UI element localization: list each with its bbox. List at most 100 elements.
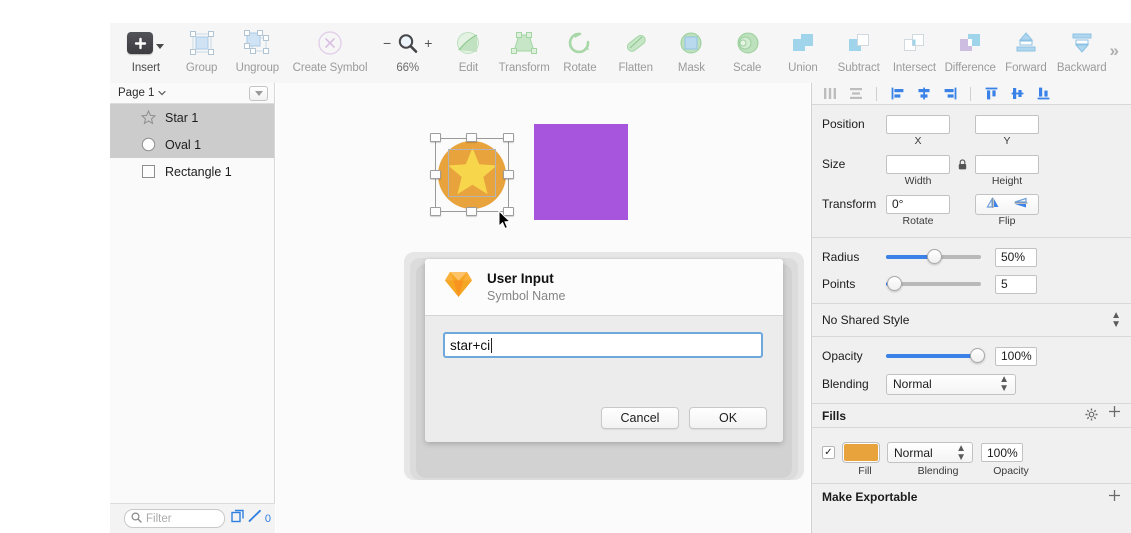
plus-square-icon xyxy=(127,28,164,58)
transform-label: Transform xyxy=(822,197,886,211)
duplicate-icon[interactable] xyxy=(231,509,245,528)
resize-handle-nw[interactable] xyxy=(430,133,441,142)
resize-handle-e[interactable] xyxy=(503,170,514,179)
layer-label: Star 1 xyxy=(165,111,198,125)
position-label: Position xyxy=(822,117,886,131)
layer-row-oval-1[interactable]: Oval 1 xyxy=(110,131,274,158)
toolbar-item-rotate[interactable]: Rotate xyxy=(552,23,608,79)
pencil-icon[interactable] xyxy=(248,509,262,528)
resize-handle-w[interactable] xyxy=(430,170,441,179)
points-row: Points 5 xyxy=(812,273,1131,295)
page-options-button[interactable] xyxy=(249,86,268,101)
fill-opacity-input[interactable]: 100% xyxy=(981,443,1023,462)
resize-handle-s[interactable] xyxy=(466,207,477,216)
resize-handle-sw[interactable] xyxy=(430,207,441,216)
zoom-in-button[interactable]: + xyxy=(424,35,432,51)
toolbar-overflow-button[interactable]: » xyxy=(1110,23,1131,61)
ok-button[interactable]: OK xyxy=(689,407,767,429)
radius-slider[interactable] xyxy=(886,255,981,259)
canvas-shape-rectangle[interactable] xyxy=(534,124,628,220)
align-middle-icon[interactable] xyxy=(1010,86,1025,101)
toolbar-label-transform: Transform xyxy=(499,62,550,74)
toolbar-item-ungroup[interactable]: Ungroup xyxy=(230,23,286,79)
toolbar-item-edit[interactable]: Edit xyxy=(441,23,497,79)
toolbar-label-subtract: Subtract xyxy=(838,62,880,74)
toolbar-item-create-symbol[interactable]: Create Symbol xyxy=(285,23,375,79)
gear-icon[interactable] xyxy=(1085,408,1098,424)
sketch-diamond-icon xyxy=(443,269,474,305)
fills-body: ✓ Normal ▲▼ 100% Fill Blending Opacity xyxy=(812,428,1131,484)
fill-blending-select[interactable]: Normal ▲▼ xyxy=(887,442,973,463)
toolbar-item-scale[interactable]: Scale xyxy=(719,23,775,79)
radius-row: Radius 50% xyxy=(812,246,1131,268)
toolbar-item-difference[interactable]: Difference xyxy=(942,23,998,79)
position-x-input[interactable] xyxy=(886,115,950,134)
radius-input[interactable]: 50% xyxy=(995,248,1037,267)
lock-icon[interactable] xyxy=(950,159,975,170)
dialog-title: User Input xyxy=(487,271,566,287)
position-sublabels: X Y xyxy=(812,135,1131,149)
create-symbol-icon xyxy=(317,28,343,58)
align-left-icon[interactable] xyxy=(890,86,905,101)
toolbar-item-intersect[interactable]: Intersect xyxy=(887,23,943,79)
size-width-input[interactable] xyxy=(886,155,950,174)
flip-horizontal-icon[interactable] xyxy=(986,197,1002,212)
toolbar-item-zoom[interactable]: − + 66% xyxy=(375,23,441,79)
zoom-out-button[interactable]: − xyxy=(383,35,391,51)
fill-enabled-checkbox[interactable]: ✓ xyxy=(822,446,835,459)
shared-style-select[interactable]: No Shared Style ▲▼ xyxy=(822,310,1121,330)
toolbar-item-mask[interactable]: Mask xyxy=(664,23,720,79)
layer-row-rectangle-1[interactable]: Rectangle 1 xyxy=(110,158,274,185)
page-selector[interactable]: Page 1 xyxy=(110,83,274,104)
align-bottom-icon[interactable] xyxy=(1036,86,1051,101)
toolbar-item-forward[interactable]: Forward xyxy=(998,23,1054,79)
cancel-button[interactable]: Cancel xyxy=(601,407,679,429)
symbol-name-input[interactable]: star+ci xyxy=(443,332,763,358)
distribute-horizontal-icon[interactable] xyxy=(822,86,837,101)
fill-color-swatch[interactable] xyxy=(843,443,879,462)
blending-select[interactable]: Normal ▲▼ xyxy=(886,374,1016,395)
toolbar-label-union: Union xyxy=(788,62,818,74)
flip-vertical-icon[interactable] xyxy=(1013,197,1029,212)
align-right-icon[interactable] xyxy=(942,86,957,101)
fills-section-header: Fills xyxy=(812,404,1131,428)
add-fill-button[interactable] xyxy=(1108,405,1121,426)
position-y-input[interactable] xyxy=(975,115,1039,134)
points-slider[interactable] xyxy=(886,282,981,286)
user-input-dialog: User Input Symbol Name star+ci Cancel OK xyxy=(425,259,783,442)
size-height-input[interactable] xyxy=(975,155,1039,174)
rotate-input[interactable]: 0° xyxy=(886,195,950,214)
distribute-vertical-icon[interactable] xyxy=(848,86,863,101)
toolbar-item-union[interactable]: Union xyxy=(775,23,831,79)
layer-row-star-1[interactable]: Star 1 xyxy=(110,104,274,131)
opacity-slider[interactable] xyxy=(886,354,981,358)
toolbar-item-flatten[interactable]: Flatten xyxy=(608,23,664,79)
align-center-icon[interactable] xyxy=(916,86,931,101)
align-top-icon[interactable] xyxy=(984,86,999,101)
resize-handle-n[interactable] xyxy=(466,133,477,142)
fill-blending-sublabel: Blending xyxy=(895,465,981,477)
toolbar-label-backward: Backward xyxy=(1057,62,1107,74)
blending-value: Normal xyxy=(893,377,999,391)
opacity-input[interactable]: 100% xyxy=(995,347,1037,366)
resize-handle-ne[interactable] xyxy=(503,133,514,142)
toolbar-item-transform[interactable]: Transform xyxy=(496,23,552,79)
filter-placeholder: Filter xyxy=(146,513,172,525)
toolbar-item-group[interactable]: Group xyxy=(174,23,230,79)
search-input[interactable]: Filter xyxy=(124,509,225,528)
add-export-button[interactable] xyxy=(1108,489,1121,505)
make-exportable-header[interactable]: Make Exportable xyxy=(812,484,1131,510)
toolbar-label-edit: Edit xyxy=(459,62,478,74)
geometry-section: Position X Y Size Width xyxy=(812,105,1131,238)
edit-icon xyxy=(455,28,481,58)
toolbar-item-insert[interactable]: Insert xyxy=(118,23,174,79)
points-input[interactable]: 5 xyxy=(995,275,1037,294)
rectangle-icon xyxy=(140,163,157,180)
fill-row: ✓ Normal ▲▼ 100% xyxy=(812,436,1131,463)
toolbar-item-backward[interactable]: Backward xyxy=(1054,23,1110,79)
blending-label: Blending xyxy=(822,377,886,391)
stepper-icon: ▲▼ xyxy=(999,375,1009,393)
toolbar-item-subtract[interactable]: Subtract xyxy=(831,23,887,79)
shared-style-section: No Shared Style ▲▼ xyxy=(812,304,1131,337)
transform-row: Transform 0° xyxy=(812,193,1131,215)
